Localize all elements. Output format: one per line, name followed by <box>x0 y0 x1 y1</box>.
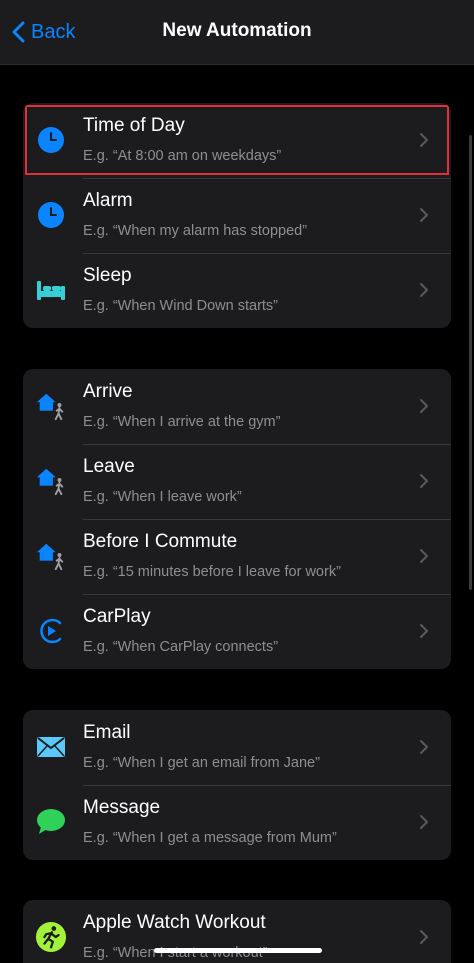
trigger-row-email[interactable]: Email E.g. “When I get an email from Jan… <box>23 710 451 785</box>
chevron-right-icon <box>420 930 428 944</box>
trigger-title: Email <box>83 722 131 743</box>
trigger-title: Apple Watch Workout <box>83 912 266 933</box>
trigger-title: Before I Commute <box>83 531 238 552</box>
trigger-group-workout: Apple Watch Workout E.g. “When I start a… <box>23 900 451 963</box>
navigation-bar: Back New Automation <box>0 0 474 65</box>
trigger-title: Message <box>83 797 161 818</box>
chevron-right-icon <box>420 283 428 297</box>
envelope-icon <box>35 730 67 764</box>
clock-icon <box>35 123 67 157</box>
chevron-right-icon <box>420 133 428 147</box>
trigger-row-arrive[interactable]: Arrive E.g. “When I arrive at the gym” <box>23 369 451 444</box>
trigger-row-message[interactable]: Message E.g. “When I get a message from … <box>23 785 451 860</box>
chevron-right-icon <box>420 624 428 638</box>
trigger-row-alarm[interactable]: Alarm E.g. “When my alarm has stopped” <box>23 178 451 253</box>
home-person-icon <box>35 389 67 423</box>
trigger-group-communication: Email E.g. “When I get an email from Jan… <box>23 710 451 860</box>
trigger-subtitle: E.g. “When Wind Down starts” <box>83 298 278 314</box>
page-title: New Automation <box>162 20 312 41</box>
trigger-group-time: Time of Day E.g. “At 8:00 am on weekdays… <box>23 103 451 328</box>
trigger-row-before-i-commute[interactable]: Before I Commute E.g. “15 minutes before… <box>23 519 451 594</box>
home-indicator[interactable] <box>154 948 322 953</box>
chevron-right-icon <box>420 549 428 563</box>
trigger-row-apple-watch-workout[interactable]: Apple Watch Workout E.g. “When I start a… <box>23 900 451 963</box>
trigger-subtitle: E.g. “When I leave work” <box>83 489 242 505</box>
trigger-row-time-of-day[interactable]: Time of Day E.g. “At 8:00 am on weekdays… <box>23 103 451 178</box>
scrollbar[interactable] <box>469 135 472 590</box>
trigger-subtitle: E.g. “15 minutes before I leave for work… <box>83 564 341 580</box>
home-person-icon <box>35 464 67 498</box>
trigger-subtitle: E.g. “When I get an email from Jane” <box>83 755 320 771</box>
trigger-row-carplay[interactable]: CarPlay E.g. “When CarPlay connects” <box>23 594 451 669</box>
trigger-subtitle: E.g. “When I get a message from Mum” <box>83 830 337 846</box>
chevron-right-icon <box>420 740 428 754</box>
workout-runner-icon <box>35 920 67 954</box>
chevron-right-icon <box>420 474 428 488</box>
automation-trigger-list[interactable]: Time of Day E.g. “At 8:00 am on weekdays… <box>0 65 474 963</box>
chevron-right-icon <box>420 399 428 413</box>
trigger-title: Leave <box>83 456 135 477</box>
carplay-icon <box>35 614 67 648</box>
trigger-title: Arrive <box>83 381 133 402</box>
bed-icon <box>35 273 67 307</box>
trigger-row-sleep[interactable]: Sleep E.g. “When Wind Down starts” <box>23 253 451 328</box>
trigger-title: Time of Day <box>83 115 185 136</box>
trigger-subtitle: E.g. “At 8:00 am on weekdays” <box>83 148 282 164</box>
chevron-right-icon <box>420 815 428 829</box>
chevron-right-icon <box>420 208 428 222</box>
trigger-title: CarPlay <box>83 606 151 627</box>
trigger-subtitle: E.g. “When my alarm has stopped” <box>83 223 308 239</box>
home-person-icon <box>35 539 67 573</box>
clock-icon <box>35 198 67 232</box>
trigger-row-leave[interactable]: Leave E.g. “When I leave work” <box>23 444 451 519</box>
trigger-title: Alarm <box>83 190 133 211</box>
trigger-subtitle: E.g. “When I arrive at the gym” <box>83 414 281 430</box>
trigger-subtitle: E.g. “When CarPlay connects” <box>83 639 279 655</box>
trigger-group-location: Arrive E.g. “When I arrive at the gym” L… <box>23 369 451 669</box>
message-bubble-icon <box>35 805 67 839</box>
trigger-title: Sleep <box>83 265 132 286</box>
